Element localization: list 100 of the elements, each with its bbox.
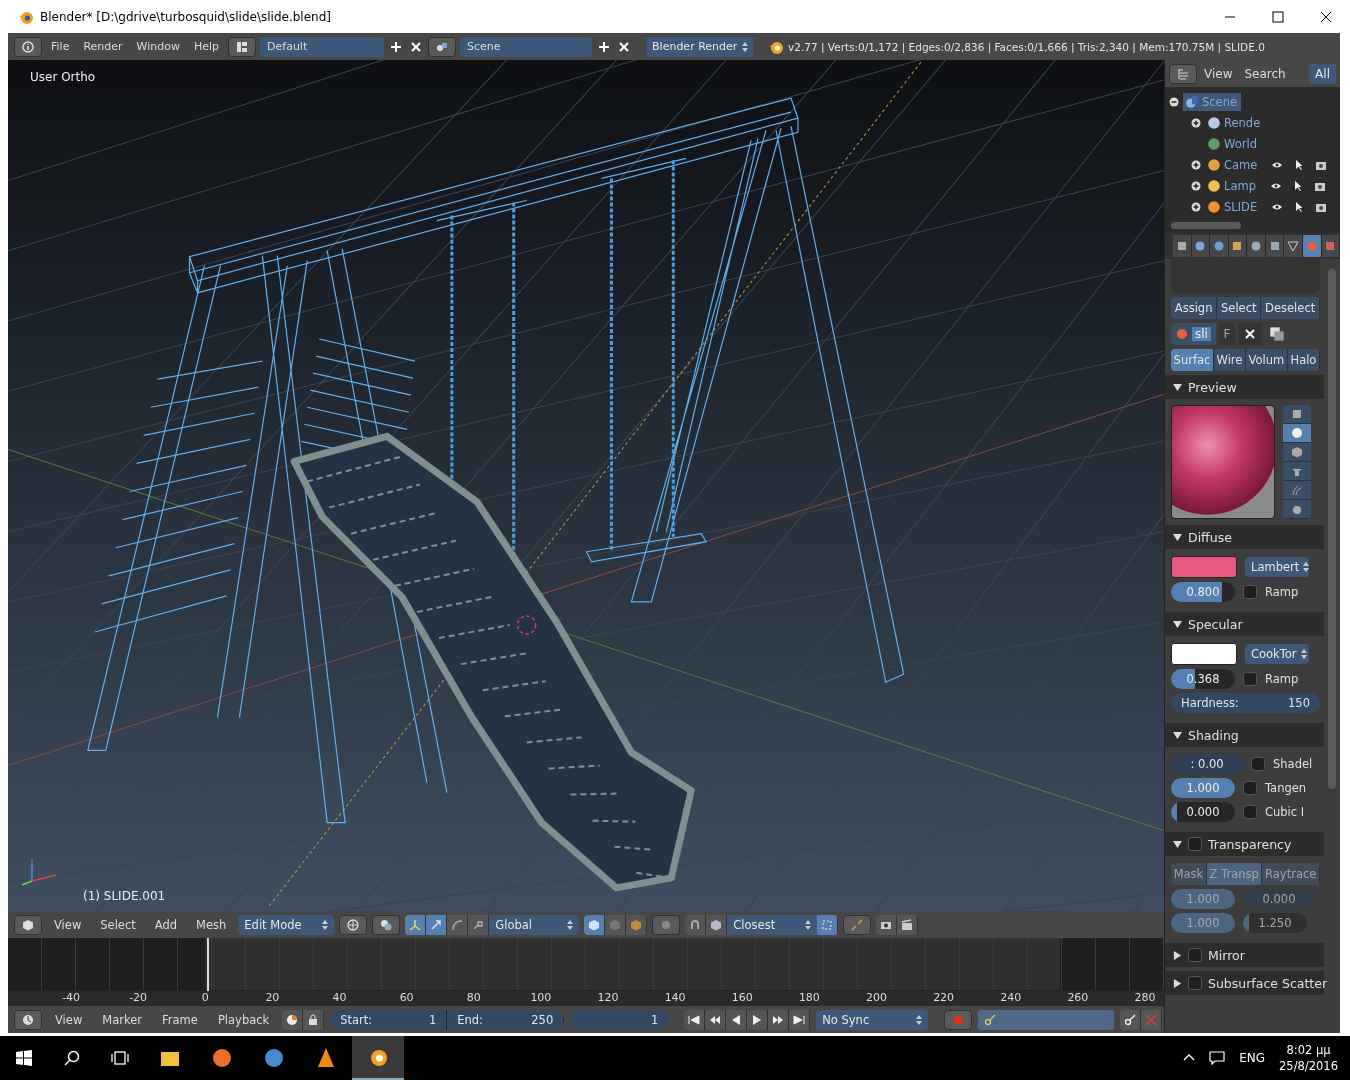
panel-header[interactable]: Diffuse: [1165, 525, 1324, 549]
previous-keyframe-button[interactable]: [705, 1009, 727, 1030]
jump-end-button[interactable]: [789, 1009, 811, 1030]
collapse-toggle[interactable]: [1169, 96, 1179, 107]
keying-set-field[interactable]: [978, 1009, 1115, 1030]
next-keyframe-button[interactable]: [768, 1009, 790, 1030]
material-type-tab[interactable]: Wire: [1213, 349, 1246, 371]
expand-toggle[interactable]: [1191, 201, 1201, 212]
menu-item[interactable]: File: [46, 38, 75, 55]
play-reverse-button[interactable]: [726, 1009, 748, 1030]
menu-item[interactable]: Marker: [95, 1010, 150, 1029]
outliner-item[interactable]: Lamp: [1205, 176, 1260, 195]
insert-keyframe-button[interactable]: [1120, 1009, 1142, 1030]
expand-toggle[interactable]: [1191, 180, 1201, 191]
intensity-slider[interactable]: 0.800: [1171, 582, 1235, 602]
expand-toggle[interactable]: [1191, 159, 1201, 170]
properties-tab[interactable]: [1173, 235, 1192, 257]
menu-item[interactable]: Add: [147, 915, 185, 934]
menu-item[interactable]: Search: [1239, 64, 1291, 83]
end-frame-field[interactable]: End: 250: [447, 1009, 565, 1030]
horizontal-scrollbar[interactable]: [1171, 222, 1241, 229]
menu-item[interactable]: Help: [188, 38, 225, 55]
menu-item[interactable]: View: [47, 915, 89, 934]
specular-color-swatch[interactable]: [1171, 643, 1237, 665]
scene-name-field[interactable]: Scene: [460, 36, 593, 57]
fake-user-button[interactable]: F: [1218, 323, 1235, 345]
material-name-field[interactable]: sli: [1171, 323, 1216, 345]
material-type-tab[interactable]: Volum: [1246, 349, 1288, 371]
material-type-tab[interactable]: Halo: [1287, 349, 1320, 371]
checkbox[interactable]: [1188, 976, 1202, 990]
preview-range-button[interactable]: [282, 1009, 304, 1030]
slot-button[interactable]: Assign: [1171, 297, 1218, 319]
display-mode-dropdown[interactable]: All: [1309, 63, 1336, 84]
render-engine-dropdown[interactable]: Blender Render: [646, 36, 755, 57]
preview-shape-button[interactable]: [1283, 424, 1311, 443]
value-slider[interactable]: 0.000: [1171, 802, 1235, 822]
mode-dropdown[interactable]: Edit Mode: [238, 914, 335, 935]
checkbox[interactable]: [1243, 585, 1257, 599]
timeline-track[interactable]: -40 -20 0 20 40 60 80 100 120 140 160 180 200 220 240 260 280: [8, 938, 1164, 1006]
diffuse-color-swatch[interactable]: [1171, 556, 1237, 578]
snap-options-button[interactable]: [817, 914, 839, 935]
snap-align-button[interactable]: [843, 914, 872, 935]
notification-icon[interactable]: [1209, 1050, 1226, 1066]
outliner-item[interactable]: Came: [1205, 155, 1262, 174]
editor-type-button[interactable]: [1169, 63, 1197, 84]
pivot-dropdown[interactable]: [372, 914, 401, 935]
start-frame-field[interactable]: Start: 1: [330, 1009, 448, 1030]
preview-shape-button[interactable]: [1283, 500, 1311, 519]
checkbox[interactable]: [1188, 837, 1202, 851]
select-mode-button[interactable]: [584, 914, 606, 935]
properties-tab[interactable]: [1247, 235, 1266, 257]
checkbox[interactable]: [1243, 781, 1257, 795]
panel-header[interactable]: Transparency: [1165, 832, 1324, 856]
proportional-edit-button[interactable]: [652, 914, 681, 935]
select-mode-button[interactable]: [626, 914, 648, 935]
manipulator-button[interactable]: [447, 914, 469, 935]
menu-item[interactable]: View: [1199, 64, 1238, 83]
slot-button[interactable]: Deselect: [1261, 297, 1320, 319]
snap-target-dropdown[interactable]: Closest: [727, 914, 818, 935]
emit-field[interactable]: : 0.00: [1171, 754, 1243, 774]
manipulator-button[interactable]: [468, 914, 490, 935]
shading-dropdown[interactable]: [339, 914, 368, 935]
lock-button[interactable]: [303, 1009, 325, 1030]
manipulator-button[interactable]: [405, 914, 427, 935]
menu-item[interactable]: Playback: [210, 1010, 277, 1029]
panel-header[interactable]: Preview: [1165, 375, 1324, 399]
expand-toggle[interactable]: [1191, 117, 1201, 128]
properties-tab[interactable]: [1284, 235, 1303, 257]
copy-icon[interactable]: [1268, 326, 1285, 342]
menu-item[interactable]: Render: [78, 38, 128, 55]
checkbox[interactable]: [1188, 948, 1202, 962]
checkbox[interactable]: [1243, 805, 1257, 819]
hardness-field[interactable]: Hardness: 150: [1171, 693, 1320, 713]
specular-shader-dropdown[interactable]: CookTor: [1245, 644, 1309, 664]
current-frame-field[interactable]: 1: [570, 1009, 669, 1030]
render-animation-button[interactable]: [897, 914, 919, 935]
menu-item[interactable]: Frame: [155, 1010, 205, 1029]
3d-viewport[interactable]: User Ortho (1) SLIDE.001: [8, 60, 1164, 911]
sync-dropdown[interactable]: No Sync: [816, 1009, 929, 1030]
render-still-button[interactable]: [876, 914, 898, 935]
menu-item[interactable]: Mesh: [189, 915, 234, 934]
diffuse-shader-dropdown[interactable]: Lambert: [1245, 557, 1309, 577]
blend-slider[interactable]: 1.250: [1243, 913, 1307, 933]
fresnel-field[interactable]: 0.000: [1243, 889, 1315, 909]
preview-shape-button[interactable]: [1283, 443, 1311, 462]
layout-name-field[interactable]: Default: [260, 36, 385, 57]
record-button[interactable]: [944, 1009, 973, 1030]
preview-shape-button[interactable]: [1283, 462, 1311, 481]
menu-item[interactable]: Window: [131, 38, 185, 55]
taskbar-app-button[interactable]: [352, 1036, 404, 1080]
checkbox[interactable]: [1251, 757, 1265, 771]
screen-layout-button[interactable]: [228, 36, 257, 57]
editor-type-button[interactable]: [14, 1009, 42, 1030]
snap-element-button[interactable]: [706, 914, 728, 935]
snap-button[interactable]: [685, 914, 707, 935]
play-button[interactable]: [747, 1009, 769, 1030]
language-indicator[interactable]: ENG: [1239, 1051, 1266, 1065]
editor-type-button[interactable]: [14, 36, 42, 57]
jump-start-button[interactable]: [684, 1009, 706, 1030]
unlink-button[interactable]: [1237, 323, 1262, 345]
